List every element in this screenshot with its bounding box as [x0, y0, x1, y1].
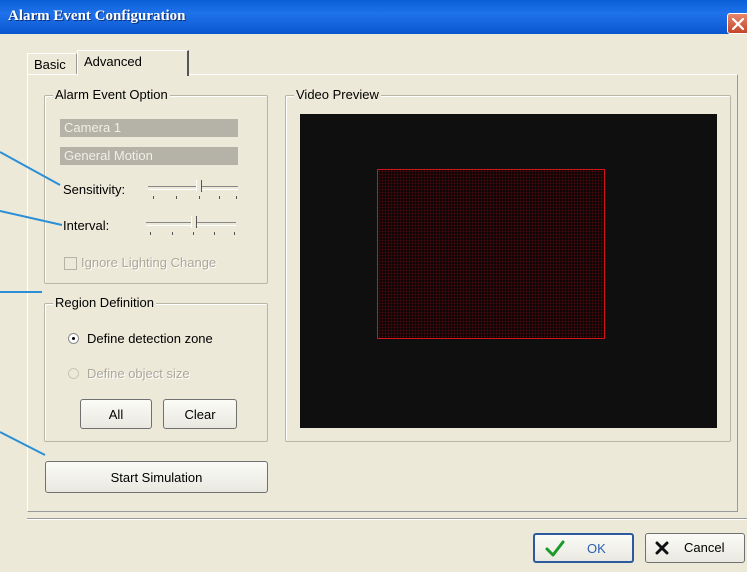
callout-lines — [0, 151, 63, 456]
tab-advanced[interactable]: Advanced — [77, 50, 189, 76]
dialog-window: Alarm Event Configuration Basic Advanced… — [0, 0, 747, 572]
tab-advanced-label: Advanced — [84, 54, 142, 69]
